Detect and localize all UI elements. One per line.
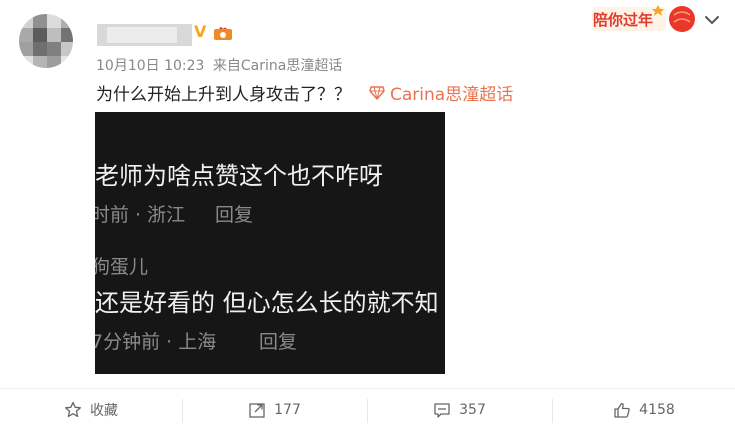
verified-icon: V [194, 22, 207, 41]
topic-icon [369, 85, 385, 100]
post-text: 为什么开始上升到人身攻击了？？ [96, 85, 351, 105]
comment-button[interactable]: 357 [368, 393, 551, 427]
like-count: 4158 [639, 402, 675, 418]
post-image[interactable]: 老师为啥点赞这个也不咋呀 时前 · 浙江 回复 狗蛋儿 还是好看的 但心怎么长的… [95, 112, 445, 374]
like-button[interactable]: 4158 [553, 393, 735, 427]
like-icon [614, 402, 630, 418]
image-reply-1: 回复 [215, 204, 254, 226]
image-comment-2: 还是好看的 但心怎么长的就不知 [95, 289, 439, 317]
image-meta-2: 7分钟前 · 上海 [95, 331, 217, 353]
topic-link[interactable]: Carina思潼超话 [369, 80, 513, 105]
star-icon [64, 401, 82, 418]
favorite-label: 收藏 [90, 403, 118, 419]
fire-badge-icon [214, 27, 232, 40]
comment-icon [434, 403, 450, 418]
repost-count: 177 [274, 402, 301, 418]
topic-label: Carina思潼超话 [390, 85, 514, 105]
source-prefix: 来自 [212, 58, 241, 74]
repost-button[interactable]: 177 [183, 393, 366, 427]
favorite-button[interactable]: 收藏 [0, 393, 182, 427]
repost-icon [249, 403, 265, 418]
image-comment-1: 老师为啥点赞这个也不咋呀 [95, 162, 383, 190]
avatar[interactable] [19, 14, 73, 68]
post-meta: 10月10日 10:23 来自Carina思潼超话 [96, 55, 342, 75]
chevron-down-icon[interactable] [704, 14, 720, 26]
source-link[interactable]: Carina思潼超话 [241, 58, 342, 74]
username-redacted[interactable] [97, 24, 192, 46]
image-user-2: 狗蛋儿 [95, 256, 149, 278]
decoration-text: 陪你过年 [593, 11, 654, 29]
post-time: 10月10日 10:23 [96, 58, 205, 74]
comment-count: 357 [459, 402, 486, 418]
image-reply-2: 回复 [259, 331, 298, 353]
image-meta-1: 时前 · 浙江 [95, 204, 186, 226]
action-bar-divider [0, 388, 735, 389]
